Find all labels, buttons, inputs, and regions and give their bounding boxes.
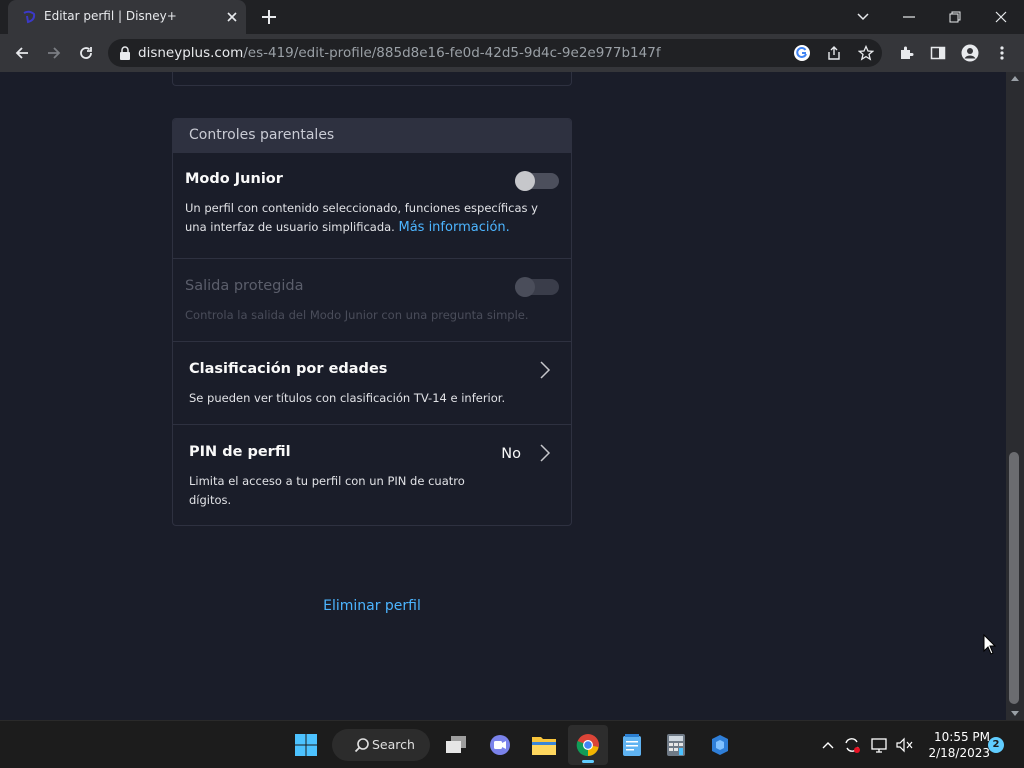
address-bar[interactable]: disneyplus.com/es-419/edit-profile/885d8… xyxy=(108,39,882,67)
close-tab-icon[interactable] xyxy=(224,9,240,25)
taskbar-search[interactable]: Search xyxy=(332,729,430,761)
clock-date: 2/18/2023 xyxy=(928,746,990,760)
junior-mode-title: Modo Junior xyxy=(185,171,283,187)
junior-mode-row: Modo Junior Un perfil con contenido sele… xyxy=(173,153,571,259)
minimize-icon[interactable] xyxy=(886,0,932,34)
profile-pin-title: PIN de perfil xyxy=(189,444,291,460)
close-window-icon[interactable] xyxy=(978,0,1024,34)
search-label: Search xyxy=(372,737,415,752)
task-view-icon[interactable] xyxy=(436,725,476,765)
data-app-icon[interactable] xyxy=(700,725,740,765)
chevron-right-icon xyxy=(540,444,551,462)
reload-icon[interactable] xyxy=(74,41,98,65)
forward-icon[interactable] xyxy=(42,41,66,65)
scrollbar-thumb[interactable] xyxy=(1009,452,1019,704)
chrome-taskbar-icon[interactable] xyxy=(568,725,608,765)
volume-muted-icon[interactable] xyxy=(894,735,914,755)
junior-mode-toggle[interactable] xyxy=(515,171,559,191)
previous-settings-card xyxy=(172,72,572,86)
profile-pin-row[interactable]: PIN de perfil No Limita el acceso a tu p… xyxy=(173,425,571,525)
bookmark-star-icon[interactable] xyxy=(856,43,876,63)
protected-exit-description: Controla la salida del Modo Junior con u… xyxy=(185,308,529,322)
scroll-up-arrow-icon[interactable] xyxy=(1011,76,1019,81)
browser-toolbar: disneyplus.com/es-419/edit-profile/885d8… xyxy=(0,34,1024,72)
lock-icon[interactable] xyxy=(119,46,131,60)
tab-title: Editar perfil | Disney+ xyxy=(44,9,177,23)
toggle-knob xyxy=(515,277,535,297)
profile-pin-description: Limita el acceso a tu perfil con un PIN … xyxy=(189,474,465,507)
scroll-down-arrow-icon[interactable] xyxy=(1011,711,1019,716)
windows-start-icon[interactable] xyxy=(286,725,326,765)
chevron-right-icon xyxy=(540,361,551,379)
profile-avatar-icon[interactable] xyxy=(958,41,982,65)
show-hidden-icons-chevron-icon[interactable] xyxy=(818,735,838,755)
calculator-icon[interactable] xyxy=(656,725,696,765)
age-rating-title: Clasificación por edades xyxy=(189,361,388,377)
profile-pin-value: No xyxy=(501,446,521,462)
side-panel-icon[interactable] xyxy=(926,41,950,65)
more-info-link[interactable]: Más información. xyxy=(398,220,509,235)
protected-exit-title: Salida protegida xyxy=(185,278,304,294)
parental-controls-heading: Controles parentales xyxy=(173,119,571,153)
delete-profile-link[interactable]: Eliminar perfil xyxy=(300,598,444,614)
protected-exit-toggle xyxy=(515,277,559,297)
tab-search-chevron-icon[interactable] xyxy=(840,0,886,34)
taskbar-clock[interactable]: 10:55 PM 2/18/2023 xyxy=(920,729,990,761)
share-icon[interactable] xyxy=(824,43,844,63)
new-tab-icon[interactable] xyxy=(260,8,278,26)
disney-favicon-icon xyxy=(23,10,36,24)
edit-profile-page: Controles parentales Modo Junior Un perf… xyxy=(0,72,1006,720)
browser-titlebar: Editar perfil | Disney+ xyxy=(0,0,1024,34)
parental-controls-panel: Controles parentales Modo Junior Un perf… xyxy=(172,118,572,526)
file-explorer-icon[interactable] xyxy=(524,725,564,765)
junior-mode-description: Un perfil con contenido seleccionado, fu… xyxy=(185,201,538,235)
toggle-knob xyxy=(515,171,535,191)
network-icon[interactable] xyxy=(870,735,890,755)
browser-menu-icon[interactable] xyxy=(990,41,1014,65)
google-lens-icon[interactable] xyxy=(792,43,812,63)
restore-icon[interactable] xyxy=(932,0,978,34)
age-rating-description: Se pueden ver títulos con clasificación … xyxy=(189,391,506,405)
page-scrollbar[interactable] xyxy=(1006,72,1024,720)
windows-taskbar: Search 10:55 PM 2/18/2023 2 xyxy=(0,720,1024,768)
extensions-icon[interactable] xyxy=(894,41,918,65)
teams-chat-icon[interactable] xyxy=(480,725,520,765)
mouse-cursor-icon xyxy=(983,634,997,655)
url-text[interactable]: disneyplus.com/es-419/edit-profile/885d8… xyxy=(138,45,661,61)
protected-exit-row: Salida protegida Controla la salida del … xyxy=(173,259,571,342)
clock-time: 10:55 PM xyxy=(934,730,990,744)
age-rating-row[interactable]: Clasificación por edades Se pueden ver t… xyxy=(173,342,571,425)
sync-icon[interactable] xyxy=(842,735,862,755)
back-icon[interactable] xyxy=(10,41,34,65)
notification-badge[interactable]: 2 xyxy=(988,737,1004,753)
browser-tab[interactable]: Editar perfil | Disney+ xyxy=(8,0,246,34)
notepad-icon[interactable] xyxy=(612,725,652,765)
search-icon xyxy=(354,738,369,753)
